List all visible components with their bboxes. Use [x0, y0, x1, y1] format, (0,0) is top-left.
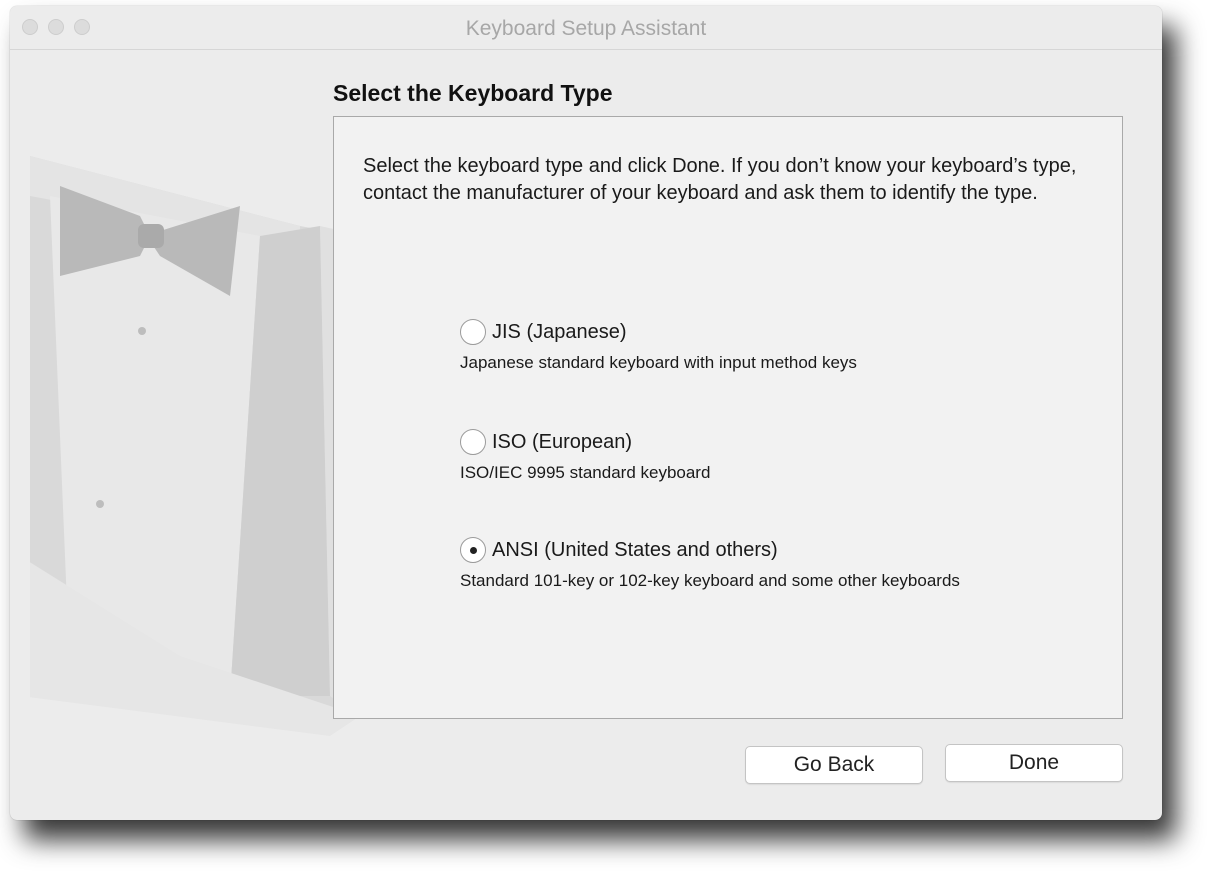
option-ansi-label: ANSI (United States and others)	[492, 538, 778, 561]
page-heading: Select the Keyboard Type	[333, 80, 613, 106]
option-iso[interactable]: ISO (European) ISO/IEC 9995 standard key…	[460, 427, 1060, 484]
title-bar: Keyboard Setup Assistant	[10, 6, 1162, 50]
assistant-window: Keyboard Setup Assistant Select the Keyb…	[10, 6, 1162, 820]
option-ansi[interactable]: ANSI (United States and others) Standard…	[460, 535, 1060, 592]
radio-selected-dot	[469, 546, 477, 554]
go-back-button[interactable]: Go Back	[745, 746, 923, 784]
radio-jis[interactable]	[460, 319, 486, 345]
option-jis-description: Japanese standard keyboard with input me…	[460, 353, 857, 372]
option-iso-description: ISO/IEC 9995 standard keyboard	[460, 463, 711, 482]
window-title: Keyboard Setup Assistant	[465, 17, 707, 40]
option-jis-label: JIS (Japanese)	[492, 320, 627, 343]
radio-iso[interactable]	[460, 429, 486, 455]
intro-text: Select the keyboard type and click Done.…	[363, 155, 1077, 204]
done-button[interactable]: Done	[945, 744, 1123, 782]
option-ansi-description: Standard 101-key or 102-key keyboard and…	[460, 571, 960, 590]
option-jis[interactable]: JIS (Japanese) Japanese standard keyboar…	[460, 317, 1060, 374]
option-iso-label: ISO (European)	[492, 430, 633, 453]
radio-ansi[interactable]	[460, 537, 486, 563]
content-panel: Select the keyboard type and click Done.…	[333, 116, 1123, 719]
